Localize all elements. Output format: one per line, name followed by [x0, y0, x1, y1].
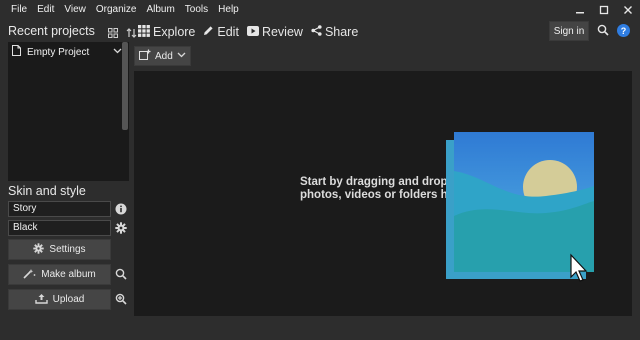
edit-label: Edit	[217, 25, 239, 39]
list-item[interactable]: Empty Project	[10, 44, 122, 60]
review-tab[interactable]: Review	[246, 25, 303, 39]
menu: File Edit View Organize Album Tools Help	[0, 0, 244, 20]
drop-hint: Start by dragging and dropping photos, v…	[300, 176, 472, 202]
menu-edit[interactable]: Edit	[32, 0, 59, 20]
play-icon	[246, 25, 259, 39]
recent-projects-list: Empty Project	[8, 42, 129, 181]
recent-projects-tools	[106, 26, 138, 40]
pencil-icon	[203, 25, 214, 39]
sign-in-button[interactable]: Sign in	[549, 21, 589, 41]
menu-bar: File Edit View Organize Album Tools Help	[0, 0, 640, 20]
grid-view-icon[interactable]	[106, 26, 120, 40]
photo-illustration	[446, 132, 594, 282]
document-icon	[12, 45, 21, 59]
minimize-icon[interactable]	[568, 0, 592, 20]
menu-tools[interactable]: Tools	[180, 0, 213, 20]
info-icon[interactable]	[114, 202, 128, 216]
main-toolbar: Explore Edit Review Share	[138, 21, 358, 43]
review-label: Review	[261, 25, 303, 39]
add-photo-icon	[139, 49, 151, 63]
explore-tab[interactable]: Explore	[138, 24, 196, 40]
make-album-button[interactable]: Make album	[8, 264, 111, 285]
settings-label: Settings	[49, 244, 86, 255]
style-select[interactable]: Black	[8, 220, 111, 236]
menu-organize[interactable]: Organize	[91, 0, 142, 20]
upload-button[interactable]: Upload	[8, 289, 111, 310]
add-button[interactable]: Add	[134, 46, 191, 66]
skin-select[interactable]: Story	[8, 201, 111, 217]
drop-hint-line-2: photos, videos or folders here	[300, 189, 465, 201]
menu-help[interactable]: Help	[213, 0, 244, 20]
zoom-in-icon[interactable]	[114, 292, 128, 306]
magic-wand-icon	[23, 268, 36, 282]
gear-icon[interactable]	[114, 221, 128, 235]
close-icon[interactable]	[616, 0, 640, 20]
chevron-down-icon	[177, 50, 186, 62]
scrollbar[interactable]	[122, 42, 128, 130]
share-icon	[311, 25, 322, 39]
edit-tab[interactable]: Edit	[203, 25, 239, 39]
help-icon[interactable]: ?	[617, 24, 630, 37]
drop-area[interactable]: Start by dragging and dropping photos, v…	[134, 71, 632, 316]
project-name: Empty Project	[27, 46, 90, 58]
window-controls	[568, 0, 640, 20]
chevron-down-icon[interactable]	[113, 46, 122, 58]
skin-style-title: Skin and style	[8, 184, 86, 198]
menu-view[interactable]: View	[59, 0, 91, 20]
app-window: File Edit View Organize Album Tools Help…	[0, 0, 640, 340]
maximize-icon[interactable]	[592, 0, 616, 20]
drop-hint-line-1: Start by dragging and dropping	[300, 176, 472, 188]
recent-projects-title: Recent projects	[8, 24, 95, 38]
explore-label: Explore	[153, 25, 196, 39]
menu-album[interactable]: Album	[141, 0, 179, 20]
gear-icon	[33, 242, 45, 257]
share-label: Share	[324, 25, 359, 39]
menu-file[interactable]: File	[6, 0, 32, 20]
search-icon[interactable]	[114, 267, 128, 281]
grid-icon	[138, 24, 150, 40]
add-label: Add	[155, 50, 173, 62]
share-tab[interactable]: Share	[311, 25, 358, 39]
settings-button[interactable]: Settings	[8, 239, 111, 260]
sort-icon[interactable]	[124, 26, 138, 40]
upload-label: Upload	[52, 294, 85, 305]
make-album-label: Make album	[41, 269, 96, 280]
search-icon[interactable]	[597, 24, 609, 39]
upload-icon	[34, 293, 48, 307]
